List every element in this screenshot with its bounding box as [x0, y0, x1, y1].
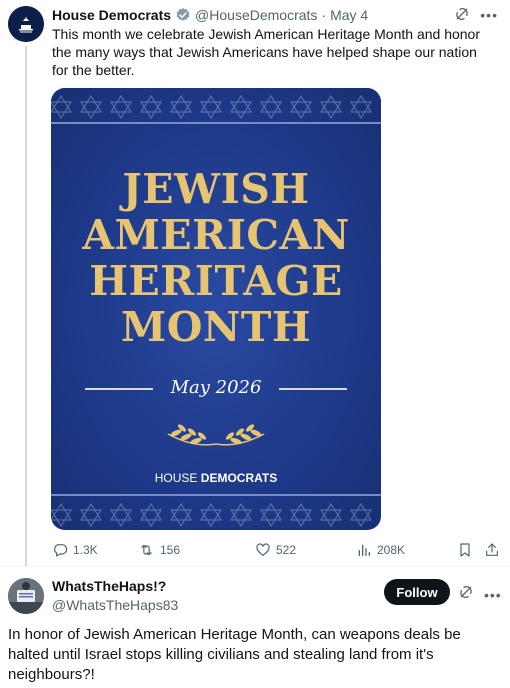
bookmark-icon [460, 543, 470, 557]
card-footer-democrats: DEMOCRATS [200, 471, 278, 485]
card-footer: HOUSE DEMOCRATS [51, 471, 381, 485]
share-button[interactable] [484, 542, 500, 558]
views-button[interactable]: 208K [356, 542, 405, 558]
bookmark-button[interactable] [457, 542, 473, 558]
views-count: 208K [377, 543, 406, 557]
thread-line [25, 46, 27, 566]
verified-badge-icon [175, 7, 191, 23]
post-divider [0, 566, 510, 567]
repost-button[interactable]: 156 [138, 542, 180, 558]
house-democrats-avatar[interactable] [8, 6, 44, 42]
post1-header: House Democrats @HouseDemocrats · May 4 … [52, 6, 498, 24]
heritage-month-image[interactable]: JEWISH AMERICAN HERITAGE MONTH May 2026 … [51, 88, 381, 530]
follow-button[interactable]: Follow [384, 579, 450, 605]
repost-icon [141, 544, 152, 556]
author-handle[interactable]: @WhatsTheHaps83 [52, 597, 178, 613]
star-pattern-top [51, 94, 373, 120]
grok-icon[interactable] [458, 584, 474, 605]
repost-count: 156 [160, 543, 181, 557]
ellipsis-icon[interactable]: ••• [480, 8, 498, 22]
reply-button[interactable]: 1.3K [52, 542, 98, 558]
like-count: 522 [276, 543, 297, 557]
author-name[interactable]: WhatsTheHaps!? [52, 578, 166, 594]
reply-icon [54, 544, 68, 557]
share-icon [486, 543, 498, 556]
card-top-rule [51, 122, 381, 124]
author-name[interactable]: House Democrats [52, 7, 171, 23]
author-handle[interactable]: @HouseDemocrats [195, 7, 317, 23]
card-subtitle: May 2026 [170, 377, 262, 398]
heart-icon [256, 543, 270, 556]
card-footer-house: HOUSE [154, 471, 201, 485]
laurel-icon [167, 424, 265, 446]
post1-actions: 1.3K 156 522 208K [52, 540, 500, 560]
post2-header-icons: ••• [458, 584, 502, 605]
star-pattern-bottom [51, 502, 373, 528]
ellipsis-icon[interactable]: ••• [484, 588, 502, 602]
reply-count: 1.3K [73, 543, 98, 557]
grok-icon[interactable] [454, 6, 470, 25]
post-date[interactable]: May 4 [330, 7, 368, 23]
whatsthehaps-avatar[interactable] [8, 578, 44, 614]
post1-text: This month we celebrate Jewish American … [52, 26, 480, 78]
separator-dot: · [321, 7, 327, 23]
post2-text: In honor of Jewish American Heritage Mon… [8, 626, 461, 683]
analytics-icon [358, 544, 370, 556]
card-title: JEWISH AMERICAN HERITAGE MONTH [82, 165, 350, 351]
like-button[interactable]: 522 [255, 542, 296, 558]
